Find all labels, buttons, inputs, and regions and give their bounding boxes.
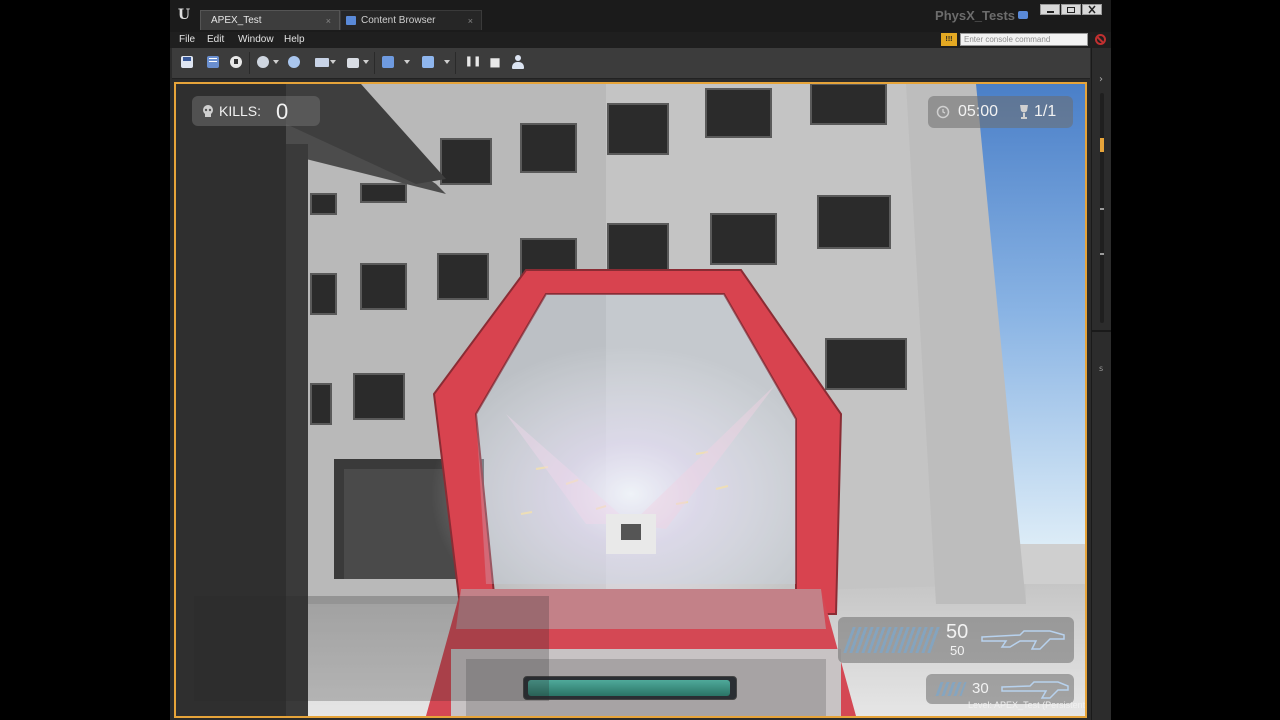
- kills-label: KILLS:: [219, 103, 262, 119]
- console-command-input[interactable]: Enter console command: [960, 33, 1088, 46]
- tab-content-browser[interactable]: Content Browser ×: [340, 10, 482, 30]
- settings-icon[interactable]: [254, 53, 272, 71]
- no-entry-icon[interactable]: [1095, 34, 1106, 45]
- timer-panel: 05:00 1/1: [928, 96, 1073, 128]
- ammo-bar: [843, 627, 943, 653]
- kills-panel: KILLS: 0: [192, 96, 320, 126]
- title-bar: U APEX_Test × Content Browser × PhysX_Te…: [170, 0, 1111, 32]
- kills-value: 0: [276, 99, 289, 124]
- menu-help[interactable]: Help: [284, 32, 305, 48]
- possess-icon[interactable]: [509, 53, 527, 71]
- level-prefix: Level:: [968, 700, 993, 710]
- health-bar-fill: [528, 680, 730, 696]
- chevron-down-icon[interactable]: [330, 60, 336, 64]
- content-icon[interactable]: [204, 53, 222, 71]
- separator: [455, 52, 456, 74]
- divider: [1092, 330, 1111, 332]
- close-icon[interactable]: ×: [326, 11, 331, 31]
- chevron-down-icon[interactable]: [273, 60, 279, 64]
- pause-icon[interactable]: ❚❚: [464, 53, 482, 71]
- ammo-panel: 50 50: [838, 617, 1074, 663]
- secondary-ammo-bar: [935, 682, 967, 696]
- tab-label: Content Browser: [361, 15, 436, 26]
- unreal-logo-icon[interactable]: U: [173, 4, 195, 26]
- editor-window: U APEX_Test × Content Browser × PhysX_Te…: [170, 0, 1111, 720]
- minimize-button[interactable]: [1040, 4, 1060, 15]
- save-icon[interactable]: [178, 53, 196, 71]
- scroll-marker: [1100, 208, 1104, 210]
- chevron-down-icon[interactable]: [363, 60, 369, 64]
- panel-marker-icon: s: [1099, 364, 1104, 373]
- launcher-icon: [1001, 681, 1069, 699]
- menu-bar: File Edit Window Help !!! Enter console …: [170, 32, 1111, 48]
- menu-window[interactable]: Window: [238, 32, 274, 48]
- chevron-down-icon[interactable]: [404, 60, 410, 64]
- marketplace-icon[interactable]: [227, 53, 245, 71]
- trophy-icon: [1020, 105, 1028, 119]
- feedback-icon[interactable]: [1018, 11, 1028, 19]
- chevron-right-icon[interactable]: ›: [1099, 74, 1103, 85]
- stop-icon[interactable]: ■: [486, 53, 504, 71]
- skull-icon: [203, 105, 213, 117]
- close-icon[interactable]: ×: [468, 11, 473, 31]
- rifle-icon: [981, 630, 1065, 650]
- round-timer: 05:00: [958, 103, 999, 120]
- world-icon[interactable]: [285, 53, 303, 71]
- launch-icon[interactable]: [419, 53, 437, 71]
- separator: [374, 52, 375, 74]
- blueprints-icon[interactable]: [312, 53, 330, 71]
- matinee-icon[interactable]: [344, 53, 362, 71]
- toolbar: ❚❚ ■: [172, 48, 1090, 79]
- chevron-down-icon[interactable]: [444, 60, 450, 64]
- warning-badge-icon[interactable]: !!!: [941, 33, 957, 46]
- level-name: APEX_Test (Persistent): [994, 700, 1087, 710]
- build-icon[interactable]: [379, 53, 397, 71]
- level-viewport[interactable]: KILLS: 0 05:00 1/1 50 50 30 Level: APEX_…: [174, 82, 1087, 718]
- menu-edit[interactable]: Edit: [207, 32, 224, 48]
- project-title: PhysX_Tests: [935, 8, 1015, 23]
- close-window-button[interactable]: [1082, 4, 1102, 15]
- content-browser-icon: [346, 16, 356, 25]
- secondary-ammo-count: 30: [972, 680, 989, 697]
- health-bar-track: [523, 676, 737, 700]
- side-panel: › s: [1091, 48, 1111, 720]
- chat-overlay: [194, 596, 549, 701]
- level-status: Level: APEX_Test (Persistent): [968, 700, 1087, 710]
- separator: [249, 52, 250, 74]
- clock-icon: [936, 105, 950, 119]
- tab-apex-test[interactable]: APEX_Test ×: [200, 10, 340, 30]
- maximize-button[interactable]: [1061, 4, 1081, 15]
- round-count: 1/1: [1034, 103, 1057, 120]
- tab-label: APEX_Test: [211, 15, 262, 26]
- window-controls: [1040, 4, 1108, 16]
- scroll-marker: [1100, 253, 1104, 255]
- ammo-clip: 50: [946, 621, 969, 643]
- scroll-thumb[interactable]: [1100, 138, 1104, 152]
- ammo-reserve: 50: [950, 643, 965, 658]
- menu-file[interactable]: File: [179, 32, 195, 48]
